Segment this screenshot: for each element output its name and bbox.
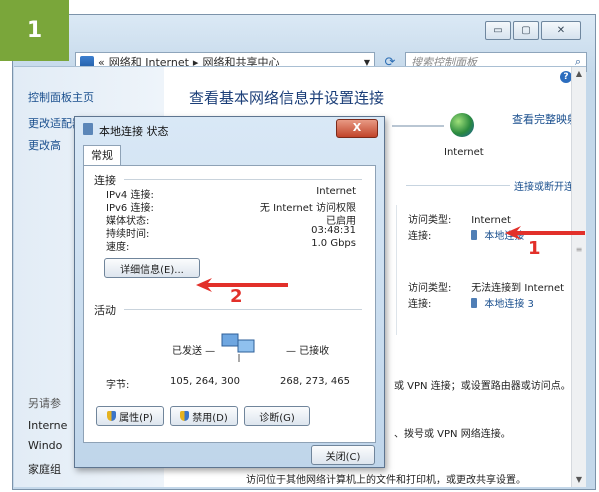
vertical-divider xyxy=(396,205,397,335)
net2-access-row: 访问类型: 无法连接到 Internet xyxy=(408,279,564,294)
disable-button[interactable]: 禁用(D) xyxy=(170,406,238,426)
net1-access-key: 访问类型: xyxy=(408,215,452,226)
minimize-button[interactable]: ▭ xyxy=(485,21,511,40)
details-button[interactable]: 详细信息(E)... xyxy=(104,258,200,278)
dialup-text[interactable]: 、拨号或 VPN 网络连接。 xyxy=(394,425,511,440)
close-window-button[interactable]: ✕ xyxy=(541,21,581,40)
speed-row: 速度: 1.0 Gbps xyxy=(106,238,356,253)
local-connection-3-link[interactable]: 本地连接 3 xyxy=(484,299,534,310)
sidebar-item-advanced[interactable]: 更改高 xyxy=(28,137,61,153)
see-also-heading: 另请参 xyxy=(28,397,61,410)
sent-label: 已发送 — xyxy=(172,346,216,357)
annotation-number-1: 1 xyxy=(528,238,541,259)
full-map-link[interactable]: 查看完整映射 xyxy=(512,111,578,127)
received-label: — 已接收 xyxy=(286,346,330,357)
window-caption-buttons: ▭ ▢ ✕ xyxy=(485,21,581,40)
group-rule xyxy=(124,179,362,180)
scroll-grip-icon[interactable]: ≡ xyxy=(574,245,584,255)
shield-icon xyxy=(107,411,117,421)
row-key: 速度: xyxy=(106,242,130,253)
vpn-setup-text[interactable]: 或 VPN 连接；或设置路由器或访问点。 xyxy=(394,377,571,392)
net2-conn-row: 连接: 本地连接 3 xyxy=(408,295,534,310)
disable-label: 禁用(D) xyxy=(192,412,228,424)
properties-button[interactable]: 属性(P) xyxy=(96,406,164,426)
row-value: 1.0 Gbps xyxy=(311,238,356,249)
shield-icon xyxy=(180,411,190,421)
annotation-number-2: 2 xyxy=(230,286,243,307)
diagnose-button[interactable]: 诊断(G) xyxy=(244,406,310,426)
net1-access-row: 访问类型: Internet xyxy=(408,211,511,226)
sidebar-item-windows[interactable]: Windo xyxy=(28,439,62,452)
net1-access-value: Internet xyxy=(471,215,511,226)
sidebar-item-homegroup[interactable]: 家庭组 xyxy=(28,461,61,477)
net1-conn-key: 连接: xyxy=(408,231,432,242)
step-badge: 1 xyxy=(0,0,69,61)
maximize-button[interactable]: ▢ xyxy=(513,21,539,40)
sidebar-item-home[interactable]: 控制面板主页 xyxy=(28,89,94,105)
scroll-down-icon[interactable]: ▼ xyxy=(574,475,584,485)
scrollbar[interactable]: ▲ ≡ ▼ xyxy=(571,67,586,487)
dialog-title: 本地连接 状态 xyxy=(99,125,169,138)
bytes-received-value: 268, 273, 465 xyxy=(280,376,350,387)
group-rule xyxy=(124,309,362,310)
bytes-sent-value: 105, 264, 300 xyxy=(170,376,240,387)
internet-label: Internet xyxy=(444,147,484,158)
network-connector-line xyxy=(392,125,444,127)
bytes-label: 字节: xyxy=(106,380,130,391)
page-title: 查看基本网络信息并设置连接 xyxy=(189,89,385,107)
tab-general[interactable]: 常规 xyxy=(83,145,121,166)
plug-icon xyxy=(471,230,478,240)
dialog-close-button[interactable]: X xyxy=(336,119,378,138)
properties-label: 属性(P) xyxy=(119,412,153,424)
close-button[interactable]: 关闭(C) xyxy=(311,445,375,465)
plug-icon xyxy=(471,298,478,308)
net2-access-key: 访问类型: xyxy=(408,283,452,294)
internet-globe-icon[interactable] xyxy=(450,113,474,137)
sharing-text[interactable]: 访问位于其他网络计算机上的文件和打印机，或更改共享设置。 xyxy=(246,471,526,486)
sidebar-item-internet[interactable]: Interne xyxy=(28,419,67,432)
net2-access-value: 无法连接到 Internet xyxy=(471,283,565,294)
activity-group-label: 活动 xyxy=(94,304,116,317)
net2-conn-key: 连接: xyxy=(408,299,432,310)
network-activity-icon xyxy=(221,333,255,362)
network-adapter-icon xyxy=(83,123,93,135)
scroll-up-icon[interactable]: ▲ xyxy=(574,69,584,79)
annotation-arrow-1 xyxy=(505,226,585,240)
section-divider xyxy=(406,185,510,186)
